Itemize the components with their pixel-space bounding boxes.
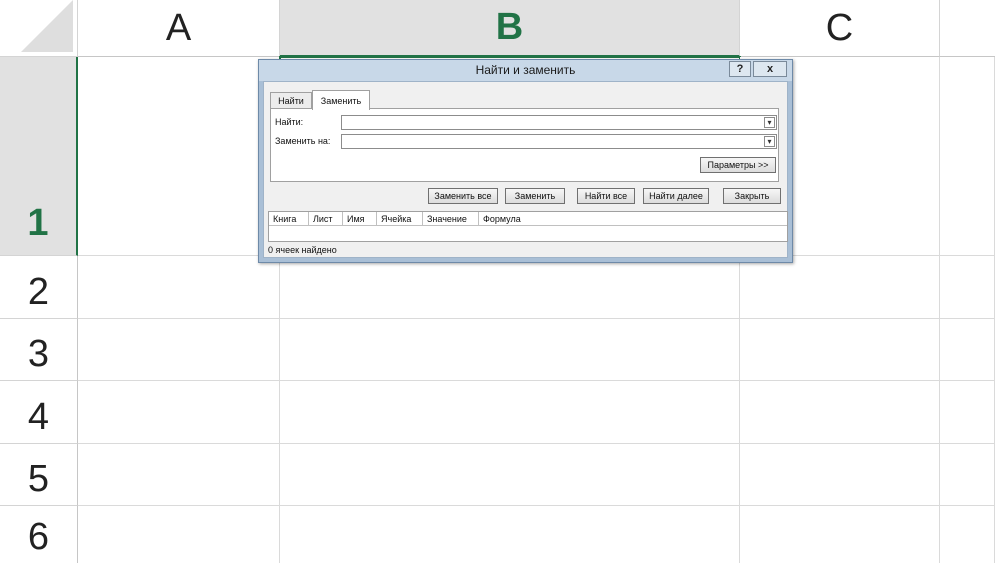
select-all-corner[interactable] <box>0 0 78 57</box>
results-col-sheet[interactable]: Лист <box>309 212 343 226</box>
cell-a1[interactable] <box>78 57 280 256</box>
cell-c4[interactable] <box>740 381 940 444</box>
chevron-down-icon[interactable]: ▾ <box>764 117 775 128</box>
replace-all-button[interactable]: Заменить все <box>428 188 498 204</box>
results-list: Книга Лист Имя Ячейка Значение Формула <box>268 211 788 242</box>
dialog-body: Найти Заменить Найти: ▾ Заменить на: ▾ П… <box>263 81 788 258</box>
row-header-6[interactable]: 6 <box>0 506 78 563</box>
row-header-4[interactable]: 4 <box>0 381 78 444</box>
row-header-3[interactable]: 3 <box>0 319 78 381</box>
row-header-2[interactable]: 2 <box>0 256 78 319</box>
cell-d2[interactable] <box>940 256 995 319</box>
row-header-5[interactable]: 5 <box>0 444 78 506</box>
find-input[interactable]: ▾ <box>341 115 777 130</box>
cell-d1[interactable] <box>940 57 995 256</box>
results-col-cell[interactable]: Ячейка <box>377 212 423 226</box>
cell-b6[interactable] <box>280 506 740 563</box>
dialog-title: Найти и заменить <box>475 63 576 77</box>
find-label: Найти: <box>275 117 304 127</box>
dialog-titlebar[interactable]: Найти и заменить ? x <box>259 60 792 81</box>
select-all-triangle-icon <box>21 0 73 52</box>
results-col-formula[interactable]: Формула <box>479 212 787 226</box>
find-input-value <box>342 121 344 131</box>
cell-a5[interactable] <box>78 444 280 506</box>
cell-a3[interactable] <box>78 319 280 381</box>
cell-d5[interactable] <box>940 444 995 506</box>
status-text: 0 ячеек найдено <box>268 245 337 255</box>
cell-b4[interactable] <box>280 381 740 444</box>
cell-d6[interactable] <box>940 506 995 563</box>
help-button[interactable]: ? <box>729 61 751 77</box>
cell-a4[interactable] <box>78 381 280 444</box>
tab-find[interactable]: Найти <box>270 92 312 109</box>
close-icon[interactable]: x <box>753 61 787 77</box>
cell-b2[interactable] <box>280 256 740 319</box>
results-col-book[interactable]: Книга <box>269 212 309 226</box>
cell-c2[interactable] <box>740 256 940 319</box>
replace-tab-panel: Найти: ▾ Заменить на: ▾ Параметры >> <box>270 108 779 182</box>
tab-replace[interactable]: Заменить <box>312 90 370 110</box>
cell-b3[interactable] <box>280 319 740 381</box>
cell-c5[interactable] <box>740 444 940 506</box>
close-button[interactable]: Закрыть <box>723 188 781 204</box>
cell-d4[interactable] <box>940 381 995 444</box>
cell-d3[interactable] <box>940 319 995 381</box>
cell-b5[interactable] <box>280 444 740 506</box>
cell-a2[interactable] <box>78 256 280 319</box>
cell-c3[interactable] <box>740 319 940 381</box>
find-replace-dialog: Найти и заменить ? x Найти Заменить Найт… <box>258 59 793 263</box>
find-all-button[interactable]: Найти все <box>577 188 635 204</box>
results-col-name[interactable]: Имя <box>343 212 377 226</box>
column-header-a[interactable]: A <box>78 0 280 57</box>
replace-button[interactable]: Заменить <box>505 188 565 204</box>
chevron-down-icon[interactable]: ▾ <box>764 136 775 147</box>
options-button[interactable]: Параметры >> <box>700 157 776 173</box>
find-next-button[interactable]: Найти далее <box>643 188 709 204</box>
column-header-c[interactable]: C <box>740 0 940 57</box>
cell-a6[interactable] <box>78 506 280 563</box>
row-header-1[interactable]: 1 <box>0 57 78 256</box>
cell-c6[interactable] <box>740 506 940 563</box>
replace-input[interactable]: ▾ <box>341 134 777 149</box>
replace-label: Заменить на: <box>275 136 331 146</box>
replace-input-value <box>342 140 344 150</box>
column-header-b[interactable]: B <box>280 0 740 57</box>
results-col-value[interactable]: Значение <box>423 212 479 226</box>
column-header-d[interactable] <box>940 0 995 57</box>
